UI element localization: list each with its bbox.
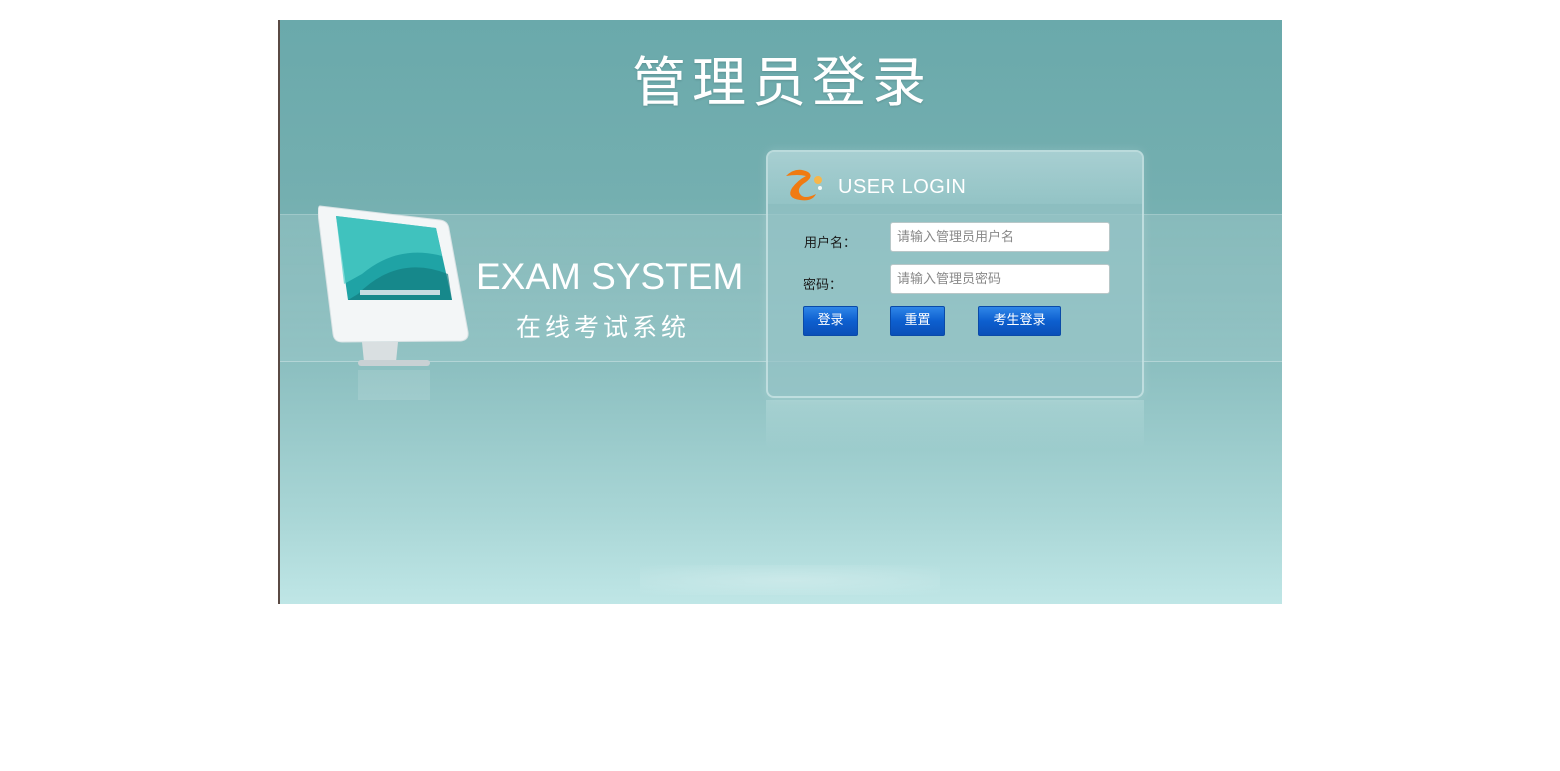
brand-chinese: 在线考试系统 bbox=[516, 313, 691, 342]
username-label: 用户名： bbox=[804, 236, 857, 251]
orange-swirl-logo-icon bbox=[786, 169, 822, 201]
brand-english: EXAM SYSTEM bbox=[476, 256, 744, 297]
password-label: 密码： bbox=[803, 278, 843, 293]
monitor-illustration-icon bbox=[318, 205, 469, 400]
login-panel: USER LOGIN 用户名： 密码： 登录 重置 考生登录 bbox=[766, 150, 1144, 398]
login-panel-reflection bbox=[766, 400, 1144, 450]
student-login-button[interactable]: 考生登录 bbox=[978, 306, 1061, 336]
password-input[interactable] bbox=[890, 264, 1110, 294]
reset-button[interactable]: 重置 bbox=[890, 306, 945, 336]
floor-glow bbox=[640, 565, 940, 595]
login-panel-title: USER LOGIN bbox=[838, 176, 967, 198]
page-title: 管理员登录 bbox=[632, 51, 932, 114]
login-background: 管理员登录 EXAM SYSTEM 在线考试系统 USER LOGIN 用户名：… bbox=[278, 20, 1282, 604]
login-button[interactable]: 登录 bbox=[803, 306, 858, 336]
username-input[interactable] bbox=[890, 222, 1110, 252]
